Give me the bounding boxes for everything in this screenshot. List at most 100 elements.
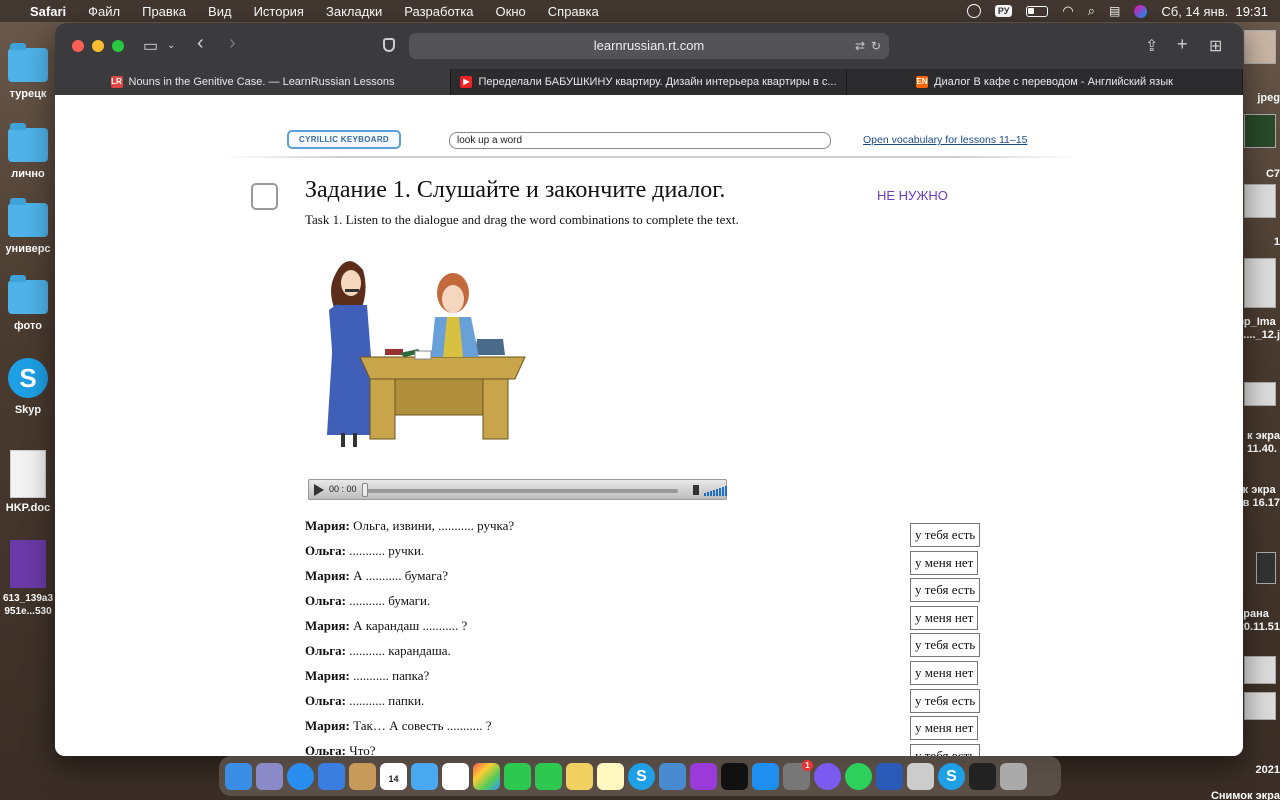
apple-tv-icon[interactable]	[721, 762, 748, 790]
fullscreen-window-button[interactable]	[112, 40, 124, 52]
screenshot-thumbnail[interactable]	[1244, 692, 1276, 720]
translate-icon[interactable]: ⇄	[855, 33, 865, 59]
trash-icon[interactable]	[1000, 762, 1027, 790]
forward-button[interactable]: ›	[229, 32, 236, 55]
site-favicon-icon: EN	[916, 76, 929, 88]
draggable-option[interactable]: у тебя есть	[910, 743, 981, 756]
desktop-skype[interactable]: S Skyp	[0, 358, 56, 416]
open-vocabulary-link[interactable]: Open vocabulary for lessons 11–15	[863, 134, 1027, 146]
word-icon[interactable]	[876, 762, 903, 790]
siri-icon[interactable]	[1134, 4, 1148, 18]
menu-file[interactable]: Файл	[88, 4, 120, 19]
screenshot-thumbnail[interactable]	[1256, 552, 1276, 584]
safari-icon[interactable]	[287, 762, 314, 790]
wifi-icon[interactable]: ◠	[1062, 3, 1073, 19]
folder-icon	[8, 275, 48, 314]
cyrillic-keyboard-button[interactable]: CYRILLIC KEYBOARD	[287, 130, 401, 149]
control-center-icon[interactable]: ▤	[1109, 4, 1120, 18]
volume-level-slider[interactable]	[704, 485, 727, 496]
tab-youtube[interactable]: ▶ Переделали БАБУШКИНУ квартиру. Дизайн …	[451, 69, 847, 95]
document-thumbnail[interactable]	[1244, 258, 1276, 308]
notes-icon[interactable]	[597, 762, 624, 790]
screenshot-app-icon[interactable]	[907, 762, 934, 790]
draggable-option[interactable]: у тебя есть	[910, 633, 981, 658]
draggable-option[interactable]: у тебя есть	[910, 578, 981, 603]
desktop-folder[interactable]: лично	[0, 123, 56, 180]
task-subtitle: Task 1. Listen to the dialogue and drag …	[305, 212, 739, 227]
menu-help[interactable]: Справка	[548, 4, 599, 19]
volume-icon[interactable]	[693, 485, 699, 495]
podcasts-icon[interactable]	[690, 762, 717, 790]
reminders-icon[interactable]	[442, 762, 469, 790]
desktop-document[interactable]: HKP.doc	[0, 450, 56, 514]
tab-english-dialog[interactable]: EN Диалог В кафе с переводом - Английски…	[847, 69, 1243, 95]
messages-icon[interactable]	[535, 762, 562, 790]
draggable-option[interactable]: у меня нет	[910, 605, 979, 630]
finder-icon[interactable]	[225, 762, 252, 790]
minimize-window-button[interactable]	[92, 40, 104, 52]
desktop-folder[interactable]: турецк	[0, 43, 56, 100]
dialogue-line: Мария: А ........... бумага?	[305, 568, 448, 583]
spotlight-search-icon[interactable]: ⌕	[1088, 3, 1095, 19]
launchpad-icon[interactable]	[256, 762, 283, 790]
menu-edit[interactable]: Правка	[142, 4, 186, 19]
close-window-button[interactable]	[72, 40, 84, 52]
menu-clock[interactable]: Сб, 14 янв. 19:31	[1161, 4, 1268, 19]
dialogue-line: Мария: А карандаш ........... ?	[305, 618, 468, 633]
desktop-folder[interactable]: фото	[0, 275, 56, 332]
screenshot-thumbnail[interactable]	[1244, 656, 1276, 684]
skype-icon[interactable]: S	[628, 762, 655, 790]
draggable-option[interactable]: у меня нет	[910, 716, 979, 741]
status-check-icon[interactable]	[966, 4, 981, 18]
photos-icon[interactable]	[473, 762, 500, 790]
menu-view[interactable]: Вид	[208, 4, 232, 19]
image-thumbnail[interactable]	[1244, 30, 1276, 64]
draggable-option[interactable]: у меня нет	[910, 550, 979, 575]
skype-recent-icon[interactable]: S	[938, 762, 965, 790]
seek-handle[interactable]	[362, 483, 368, 497]
address-bar[interactable]: learnrussian.rt.com ⇄ ↻	[409, 33, 889, 59]
calendar-icon[interactable]: 14	[380, 762, 407, 790]
preview-icon[interactable]	[566, 762, 593, 790]
desktop-file[interactable]: 613_139a3 951e...530	[0, 540, 56, 618]
menu-app-name[interactable]: Safari	[30, 4, 66, 19]
system-preferences-icon[interactable]: 1	[783, 759, 813, 790]
reload-icon[interactable]: ↻	[871, 33, 881, 59]
tab-overview-icon[interactable]: ⊞	[1209, 36, 1222, 56]
draggable-option[interactable]: у тебя есть	[910, 523, 981, 547]
document-thumbnail[interactable]	[1244, 184, 1276, 218]
image-thumbnail[interactable]	[1244, 114, 1276, 148]
lookup-word-input[interactable]	[449, 132, 831, 149]
menu-window[interactable]: Окно	[496, 4, 526, 19]
battery-icon[interactable]	[1026, 5, 1049, 17]
share-icon[interactable]: ⇪	[1145, 36, 1158, 56]
task-complete-checkbox[interactable]	[251, 183, 278, 210]
menu-bookmarks[interactable]: Закладки	[326, 4, 382, 19]
maps-icon[interactable]	[411, 762, 438, 790]
sidebar-toggle-icon[interactable]: ▭	[143, 36, 158, 56]
menu-history[interactable]: История	[254, 4, 304, 19]
back-button[interactable]: ‹	[197, 32, 204, 55]
contacts-icon[interactable]	[349, 762, 376, 790]
whatsapp-icon[interactable]	[845, 762, 872, 790]
facetime-icon[interactable]	[504, 762, 531, 790]
play-button[interactable]	[314, 484, 324, 496]
word-options: у тебя есть у меня нет у тебя есть у мен…	[910, 523, 981, 756]
seek-track[interactable]	[363, 489, 678, 493]
new-tab-button[interactable]: +	[1177, 34, 1188, 55]
recent-window-icon[interactable]	[969, 762, 996, 790]
screenshot-thumbnail[interactable]	[1244, 382, 1276, 406]
messenger-icon[interactable]	[814, 762, 841, 790]
chevron-down-icon[interactable]: ⌄	[167, 40, 175, 51]
keynote-icon[interactable]	[659, 762, 686, 790]
mail-icon[interactable]	[318, 762, 345, 790]
draggable-option[interactable]: у меня нет	[910, 660, 979, 685]
privacy-shield-icon[interactable]	[383, 38, 395, 52]
menu-develop[interactable]: Разработка	[404, 4, 473, 19]
draggable-option[interactable]: у тебя есть	[910, 688, 981, 713]
not-needed-link[interactable]: НЕ НУЖНО	[877, 188, 948, 203]
input-source-indicator[interactable]: РУ	[994, 5, 1013, 17]
tab-learnrussian[interactable]: LR Nouns in the Genitive Case. — LearnRu…	[55, 69, 451, 95]
desktop-folder[interactable]: универс	[0, 198, 56, 255]
app-store-icon[interactable]	[752, 762, 779, 790]
